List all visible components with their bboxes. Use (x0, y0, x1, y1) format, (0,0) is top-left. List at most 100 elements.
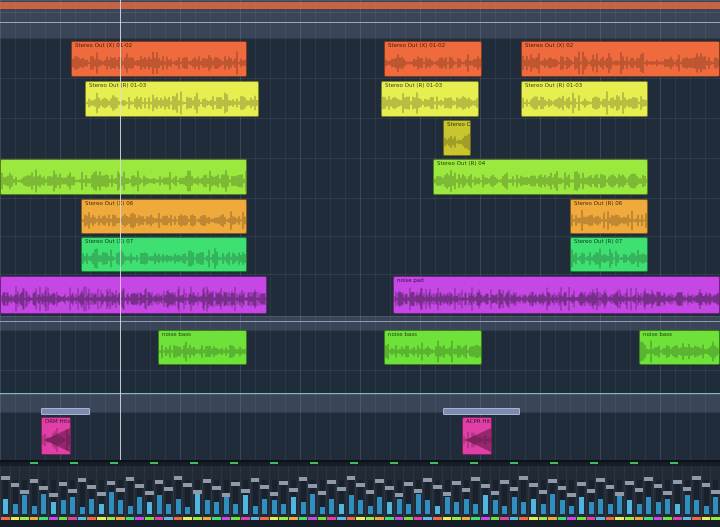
channel-strip[interactable] (422, 466, 433, 520)
arrangement-view[interactable]: Stereo Out (X) 01-02 Stereo Out (X) 01-02… (0, 0, 720, 525)
channel-strip[interactable] (153, 466, 164, 520)
channel-strip[interactable] (403, 466, 414, 520)
channel-strip[interactable] (211, 466, 222, 520)
channel-strip[interactable] (220, 466, 231, 520)
automation-line[interactable] (0, 22, 720, 23)
loop-range-marker[interactable] (443, 408, 520, 415)
channel-strip[interactable] (249, 466, 260, 520)
channel-strip[interactable] (441, 466, 452, 520)
channel-strip[interactable] (0, 466, 10, 520)
channel-strip[interactable] (691, 466, 702, 520)
channel-strip[interactable] (316, 466, 327, 520)
channel-strip[interactable] (451, 466, 462, 520)
channel-strip[interactable] (710, 466, 720, 520)
channel-strip[interactable] (336, 466, 346, 520)
channel-strip[interactable] (96, 466, 106, 520)
channel-strip[interactable] (105, 466, 116, 520)
channel-strip[interactable] (460, 466, 471, 520)
channel-strip[interactable] (38, 466, 49, 520)
channel-strip[interactable] (470, 466, 481, 520)
channel-strip[interactable] (604, 466, 615, 520)
channel-strip[interactable] (489, 466, 500, 520)
channel-strip[interactable] (182, 466, 193, 520)
audio-clip[interactable]: Stereo Out (R) 04 (433, 159, 648, 195)
channel-strip[interactable] (9, 466, 20, 520)
channel-strip[interactable] (518, 466, 529, 520)
audio-clip[interactable] (0, 276, 267, 314)
channel-strip[interactable] (643, 466, 654, 520)
audio-clip[interactable]: noise bass (158, 330, 247, 365)
channel-strip[interactable] (28, 466, 39, 520)
channel-strip[interactable] (259, 466, 270, 520)
channel-strip[interactable] (307, 466, 318, 520)
channel-strip[interactable] (134, 466, 145, 520)
channel-strip[interactable] (364, 466, 375, 520)
channel-strip[interactable] (537, 466, 548, 520)
channel-strip[interactable] (374, 466, 385, 520)
channel-strip[interactable] (201, 466, 212, 520)
channel-strip[interactable] (67, 466, 78, 520)
audio-clip[interactable]: Stereo Out (R) 01-03 (381, 81, 479, 117)
channel-strip[interactable] (355, 466, 366, 520)
channel-strip[interactable] (124, 466, 135, 520)
channel-strip[interactable] (297, 466, 308, 520)
channel-strip[interactable] (278, 466, 289, 520)
channel-strip[interactable] (288, 466, 298, 520)
audio-clip[interactable]: Stereo Out (443, 120, 471, 156)
audio-clip[interactable]: Stereo Out (X) 01-02 (71, 41, 247, 77)
channel-strip[interactable] (633, 466, 644, 520)
channel-strip[interactable] (566, 466, 577, 520)
channel-strip[interactable] (19, 466, 30, 520)
channel-strip[interactable] (230, 466, 241, 520)
channel-strip[interactable] (547, 466, 558, 520)
channel-strip[interactable] (48, 466, 58, 520)
channel-strip[interactable] (499, 466, 510, 520)
mixer-console[interactable] (0, 460, 720, 527)
channel-strip[interactable] (662, 466, 673, 520)
channel-strip[interactable] (268, 466, 279, 520)
channel-strip[interactable] (115, 466, 126, 520)
channel-strip[interactable] (480, 466, 490, 520)
channel-strip[interactable] (508, 466, 519, 520)
channel-strip[interactable] (86, 466, 97, 520)
channel-strip[interactable] (172, 466, 183, 520)
audio-clip[interactable]: noise pad (393, 276, 720, 314)
volume-fader[interactable] (711, 490, 720, 494)
audio-clip[interactable]: Stereo Out (X) 07 (81, 237, 247, 272)
audio-clip[interactable]: Stereo Out (X) 02 (521, 41, 720, 77)
channel-strip[interactable] (595, 466, 606, 520)
audio-clip[interactable]: Stereo Out (R) 01-03 (521, 81, 648, 117)
channel-strip[interactable] (393, 466, 404, 520)
audio-clip[interactable]: Stereo Out (X) 06 (81, 199, 247, 234)
channel-strip[interactable] (412, 466, 423, 520)
audio-clip[interactable]: Stereo Out (X) 01-02 (384, 41, 482, 77)
channel-strip[interactable] (163, 466, 174, 520)
channel-strip[interactable] (576, 466, 586, 520)
channel-strip[interactable] (614, 466, 625, 520)
audio-clip[interactable]: DRM Hits St (41, 417, 71, 455)
automation-line[interactable] (0, 393, 720, 394)
loop-range-marker[interactable] (41, 408, 90, 415)
audio-clip[interactable]: Stereo Out (R) 01-03 (85, 81, 259, 117)
channel-strip[interactable] (57, 466, 68, 520)
channel-strip[interactable] (585, 466, 596, 520)
playhead-cursor[interactable] (120, 0, 121, 460)
channel-strip[interactable] (432, 466, 442, 520)
audio-clip[interactable]: noise bass (639, 330, 720, 365)
channel-strip[interactable] (528, 466, 538, 520)
channel-strip[interactable] (240, 466, 250, 520)
channel-strip[interactable] (76, 466, 87, 520)
audio-clip[interactable] (0, 159, 247, 195)
channel-strip[interactable] (681, 466, 692, 520)
channel-strip[interactable] (144, 466, 154, 520)
audio-clip[interactable]: noise bass (384, 330, 482, 365)
channel-strip[interactable] (652, 466, 663, 520)
channel-strip[interactable] (624, 466, 634, 520)
audio-clip[interactable]: Stereo Out (R) 06 (570, 199, 648, 234)
channel-strip[interactable] (384, 466, 394, 520)
channel-strip[interactable] (192, 466, 202, 520)
channel-strip[interactable] (672, 466, 682, 520)
channel-strip[interactable] (556, 466, 567, 520)
channel-strip[interactable] (326, 466, 337, 520)
audio-clip[interactable]: ACPR Hits St (462, 417, 492, 455)
